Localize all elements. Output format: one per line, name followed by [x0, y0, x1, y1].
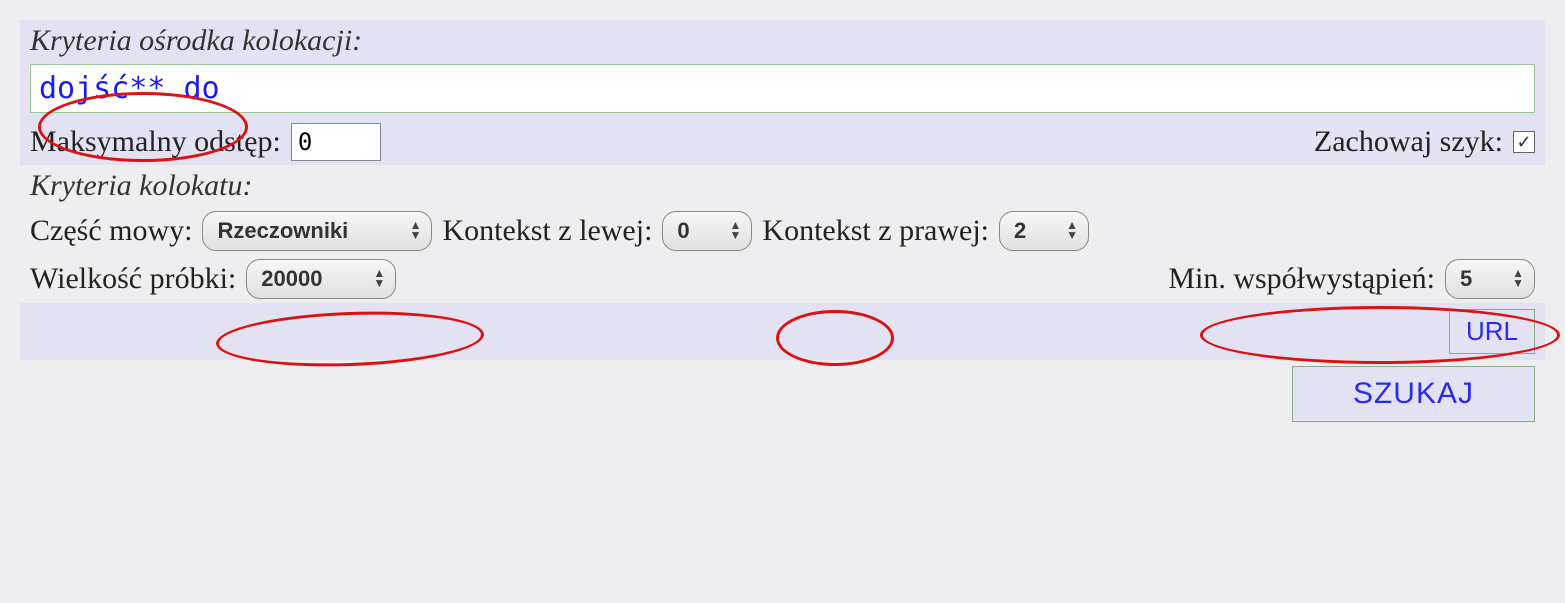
preserve-order-checkbox[interactable]: ✓ [1513, 131, 1535, 153]
stepper-icon: ▲▼ [730, 221, 742, 241]
ctx-right-stepper[interactable]: 2 ▲▼ [999, 211, 1089, 251]
stepper-icon: ▲▼ [1512, 269, 1524, 289]
mincooc-stepper[interactable]: 5 ▲▼ [1445, 259, 1535, 299]
ctx-left-stepper[interactable]: 0 ▲▼ [662, 211, 752, 251]
sample-stepper[interactable]: 20000 ▲▼ [246, 259, 396, 299]
search-button[interactable]: SZUKAJ [1292, 366, 1535, 422]
pos-label: Część mowy: [30, 214, 192, 248]
preserve-order-label: Zachowaj szyk: [1314, 125, 1503, 159]
stepper-icon: ▲▼ [1066, 221, 1078, 241]
sample-label: Wielkość próbki: [30, 262, 236, 296]
max-gap-input[interactable] [291, 123, 381, 161]
stepper-icon: ▲▼ [410, 221, 422, 241]
section-title-center: Kryteria ośrodka kolokacji: [30, 24, 362, 57]
ctx-right-value: 2 [1014, 218, 1066, 244]
ctx-left-label: Kontekst z lewej: [442, 214, 652, 248]
query-input[interactable] [30, 64, 1535, 113]
url-button[interactable]: URL [1449, 309, 1535, 354]
sample-value: 20000 [261, 266, 373, 292]
section-title-collocate: Kryteria kolokatu: [30, 169, 252, 202]
stepper-icon: ▲▼ [373, 269, 385, 289]
ctx-left-value: 0 [677, 218, 729, 244]
pos-select-value: Rzeczowniki [217, 218, 409, 244]
mincooc-label: Min. współwystąpień: [1168, 262, 1435, 296]
ctx-right-label: Kontekst z prawej: [762, 214, 989, 248]
mincooc-value: 5 [1460, 266, 1512, 292]
pos-select[interactable]: Rzeczowniki ▲▼ [202, 211, 432, 251]
max-gap-label: Maksymalny odstęp: [30, 125, 281, 159]
